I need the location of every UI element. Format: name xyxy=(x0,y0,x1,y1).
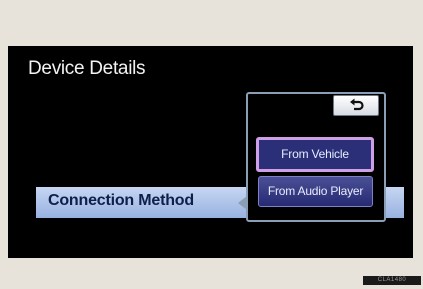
connection-method-label: Connection Method xyxy=(48,192,194,209)
page-title: Device Details xyxy=(28,58,146,79)
back-arrow-icon xyxy=(350,98,364,111)
image-code: CLA1480 xyxy=(363,276,421,285)
from-audio-player-button[interactable]: From Audio Player xyxy=(258,176,373,207)
from-vehicle-button[interactable]: From Vehicle xyxy=(256,137,374,172)
back-button[interactable] xyxy=(333,95,379,116)
